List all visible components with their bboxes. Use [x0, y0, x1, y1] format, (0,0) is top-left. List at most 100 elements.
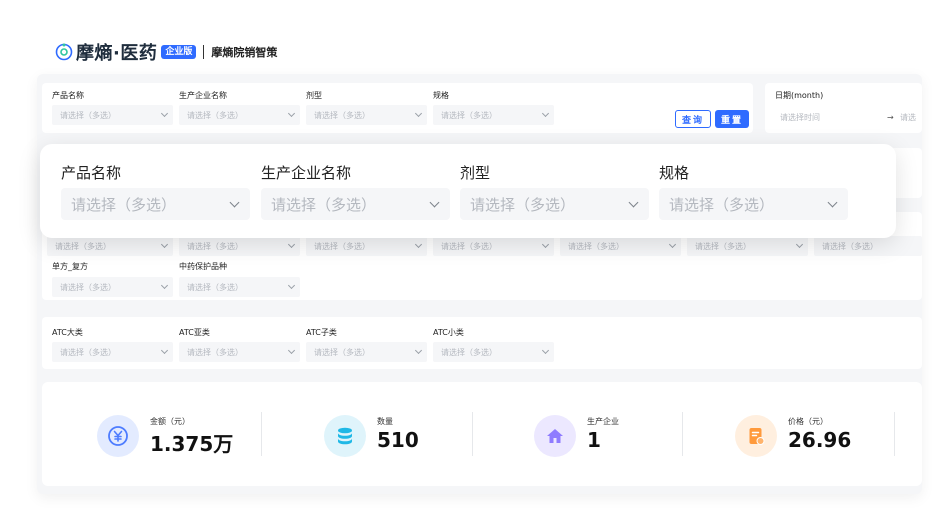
chevron-down-icon	[229, 197, 240, 207]
home-icon	[534, 415, 576, 457]
stat-amount: 金额（元） 1.375万	[97, 382, 257, 486]
stats-card: 金额（元） 1.375万 数量 510 生产企业 1 价格（元） 26.96	[42, 382, 922, 486]
edition-badge: 企业版	[161, 45, 197, 59]
select-atc3[interactable]: 请选择（多选）	[306, 342, 427, 362]
select-placeholder: 请选择（多选）	[187, 282, 243, 292]
product-name: 摩熵院销智策	[211, 46, 278, 59]
stat-price: 价格（元） 26.96	[735, 382, 895, 486]
select-placeholder: 请选择（多选）	[60, 347, 116, 357]
chevron-down-icon	[429, 197, 440, 207]
select-placeholder: 请选择（多选）	[695, 241, 751, 251]
zoom-label-spec: 规格	[659, 164, 690, 182]
label-manufacturer: 生产企业名称	[179, 91, 227, 100]
filter-card-date: 日期(month) 请选择时间 → 请选	[765, 83, 922, 133]
label-atc3: ATC子类	[306, 328, 337, 337]
chevron-down-icon	[287, 281, 296, 290]
select-dosage-form[interactable]: 请选择（多选）	[306, 105, 427, 125]
chevron-down-icon	[541, 109, 550, 118]
label-dosage-form: 剂型	[306, 91, 322, 100]
stat-quantity-label: 数量	[377, 417, 393, 426]
select-product-name[interactable]: 请选择（多选）	[52, 105, 173, 125]
stat-manufacturer-label: 生产企业	[587, 417, 619, 426]
select-manufacturer[interactable]: 请选择（多选）	[179, 105, 300, 125]
stat-quantity: 数量 510	[324, 382, 484, 486]
select-row3-2[interactable]: 请选择（多选）	[179, 236, 300, 256]
select-row3-3[interactable]: 请选择（多选）	[306, 236, 427, 256]
date-range-arrow: →	[887, 113, 894, 122]
select-placeholder: 请选择（多选）	[568, 241, 624, 251]
select-atc4[interactable]: 请选择（多选）	[433, 342, 554, 362]
select-row3-7[interactable]: 请选择（多选）	[814, 236, 922, 256]
stat-amount-label: 金额（元）	[150, 417, 190, 426]
select-row3-1[interactable]: 请选择（多选）	[47, 236, 173, 256]
select-tcm-protected[interactable]: 请选择（多选）	[179, 277, 300, 297]
select-row3-5[interactable]: 请选择（多选）	[560, 236, 681, 256]
select-placeholder: 请选择（多选）	[669, 195, 775, 214]
select-row3-4[interactable]: 请选择（多选）	[433, 236, 554, 256]
label-single-compound: 单方_复方	[52, 262, 88, 271]
select-placeholder: 请选择（多选）	[187, 347, 243, 357]
select-placeholder: 请选择（多选）	[60, 110, 116, 120]
database-icon	[324, 415, 366, 457]
chevron-down-icon	[287, 109, 296, 118]
chevron-down-icon	[160, 240, 169, 249]
zoom-label-dosage-form: 剂型	[460, 164, 491, 182]
chevron-down-icon	[628, 197, 639, 207]
label-product-name: 产品名称	[52, 91, 84, 100]
label-date: 日期(month)	[775, 91, 824, 100]
zoom-select-product-name[interactable]: 请选择（多选）	[61, 188, 250, 220]
stat-price-label: 价格（元）	[788, 417, 828, 426]
label-tcm-protected: 中药保护品种	[179, 262, 227, 271]
chevron-down-icon	[287, 346, 296, 355]
zoom-label-product-name: 产品名称	[61, 164, 122, 182]
date-end-input[interactable]: 请选	[900, 113, 916, 123]
brand-bar: 摩熵·医药 企业版 摩熵院销智策	[55, 40, 277, 64]
select-spec[interactable]: 请选择（多选）	[433, 105, 554, 125]
reset-button[interactable]: 重置	[715, 110, 749, 128]
chevron-down-icon	[160, 346, 169, 355]
document-icon	[735, 415, 777, 457]
select-placeholder: 请选择（多选）	[822, 241, 878, 251]
select-placeholder: 请选择（多选）	[441, 241, 497, 251]
zoom-select-spec[interactable]: 请选择（多选）	[659, 188, 848, 220]
chevron-down-icon	[160, 281, 169, 290]
select-placeholder: 请选择（多选）	[187, 110, 243, 120]
chevron-down-icon	[160, 109, 169, 118]
chevron-down-icon	[668, 240, 677, 249]
select-row3-6[interactable]: 请选择（多选）	[687, 236, 808, 256]
stat-divider	[682, 412, 683, 456]
chevron-down-icon	[541, 240, 550, 249]
zoom-select-dosage-form[interactable]: 请选择（多选）	[460, 188, 649, 220]
select-atc1[interactable]: 请选择（多选）	[52, 342, 173, 362]
chevron-down-icon	[414, 346, 423, 355]
zoomed-filter-callout: 产品名称 请选择（多选） 生产企业名称 请选择（多选） 剂型 请选择（多选） 规…	[40, 144, 896, 238]
filter-panel: 产品名称 请选择（多选） 生产企业名称 请选择（多选） 剂型 请选择（多选） 规…	[37, 74, 922, 494]
stat-divider	[261, 412, 262, 456]
select-placeholder: 请选择（多选）	[60, 282, 116, 292]
stat-price-value: 26.96	[788, 428, 852, 452]
select-atc2[interactable]: 请选择（多选）	[179, 342, 300, 362]
stat-manufacturer-value: 1	[587, 428, 601, 452]
stat-divider	[894, 412, 895, 456]
select-placeholder: 请选择（多选）	[71, 195, 177, 214]
select-placeholder: 请选择（多选）	[271, 195, 377, 214]
select-placeholder: 请选择（多选）	[441, 110, 497, 120]
select-single-compound[interactable]: 请选择（多选）	[52, 277, 173, 297]
query-button[interactable]: 查询	[675, 110, 711, 128]
brand-divider	[203, 45, 205, 59]
select-placeholder: 请选择（多选）	[55, 241, 111, 251]
zoom-select-manufacturer[interactable]: 请选择（多选）	[261, 188, 450, 220]
date-start-input[interactable]: 请选择时间	[780, 113, 820, 123]
label-atc4: ATC小类	[433, 328, 464, 337]
stat-quantity-value: 510	[377, 428, 419, 452]
select-placeholder: 请选择（多选）	[314, 241, 370, 251]
label-spec: 规格	[433, 91, 449, 100]
select-placeholder: 请选择（多选）	[441, 347, 497, 357]
stat-manufacturer: 生产企业 1	[534, 382, 694, 486]
chevron-down-icon	[287, 240, 296, 249]
select-placeholder: 请选择（多选）	[187, 241, 243, 251]
chevron-down-icon	[414, 240, 423, 249]
yuan-icon	[97, 415, 139, 457]
chevron-down-icon	[541, 346, 550, 355]
chevron-down-icon	[827, 197, 838, 207]
